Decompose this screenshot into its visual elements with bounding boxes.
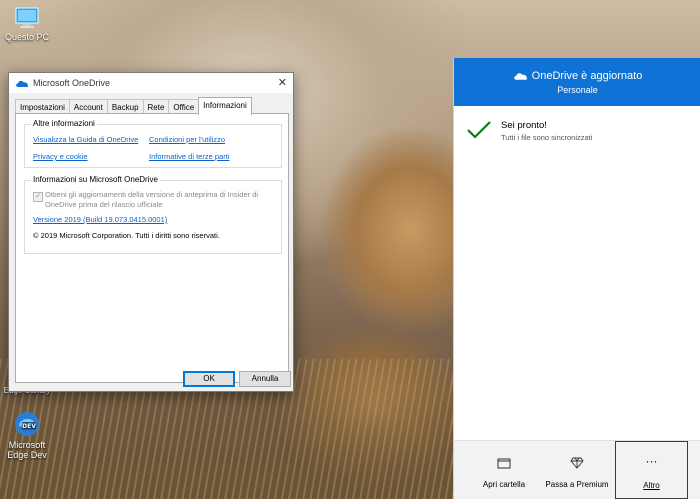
desktop-icon-this-pc[interactable]: Questo PC [4, 6, 50, 42]
flyout-subtitle: Personale [557, 85, 598, 95]
computer-icon [15, 7, 39, 28]
link-help[interactable]: Visualizza la Guida di OneDrive [33, 135, 138, 144]
close-icon[interactable]: ✕ [278, 76, 287, 89]
flyout-title-row: OneDrive è aggiornato [454, 70, 700, 82]
desktop-icon-label: Questo PC [4, 32, 50, 42]
tab-informazioni[interactable]: Informazioni [198, 97, 252, 115]
diamond-icon [570, 457, 584, 469]
ok-button[interactable]: OK [183, 371, 235, 387]
link-terms[interactable]: Condizioni per l'utilizzo [149, 135, 225, 144]
insider-label: Ottieni gli aggiornamenti della versione… [45, 190, 260, 210]
svg-text:DEV: DEV [22, 423, 36, 430]
premium-button[interactable]: Passa a Premium [536, 441, 618, 499]
desktop-icon-label: Edge Dev [7, 450, 47, 460]
link-third-party[interactable]: Informative di terze parti [149, 152, 229, 161]
more-button[interactable]: ··· Altro [615, 441, 688, 499]
flyout-footer: Apri cartella Passa a Premium ··· Altro [454, 440, 700, 499]
insider-label-line2: OneDrive prima del rilascio ufficiale [45, 200, 163, 209]
group-more-info: Altre informazioni Visualizza la Guida d… [24, 119, 282, 168]
copyright-text: © 2019 Microsoft Corporation. Tutti i di… [33, 231, 220, 240]
edge-dev-icon: DEV [15, 412, 39, 436]
checkmark-icon [467, 121, 491, 139]
more-dots-icon: ··· [645, 454, 658, 468]
group-title: Informazioni su Microsoft OneDrive [31, 175, 160, 184]
desktop-icon-edge-dev[interactable]: DEV Microsoft Edge Dev [4, 410, 50, 460]
insider-checkbox[interactable]: ✓ [33, 192, 43, 202]
onedrive-cloud-icon [16, 80, 28, 87]
group-about: Informazioni su Microsoft OneDrive ✓ Ott… [24, 175, 282, 254]
insider-label-line1: Ottieni gli aggiornamenti della versione… [45, 190, 259, 199]
flyout-header: OneDrive è aggiornato Personale [454, 58, 700, 106]
more-label: Altro [643, 481, 660, 490]
dialog-title: Microsoft OneDrive [33, 78, 111, 88]
desktop-icon-label: Microsoft [8, 440, 46, 450]
onedrive-cloud-icon [513, 73, 527, 80]
status-title: Sei pronto! [501, 120, 547, 131]
status-subtitle: Tutti i file sono sincronizzati [501, 133, 593, 142]
link-privacy[interactable]: Privacy e cookie [33, 152, 88, 161]
group-title: Altre informazioni [31, 119, 97, 128]
dialog-titlebar[interactable]: Microsoft OneDrive ✕ [9, 73, 293, 93]
cancel-button[interactable]: Annulla [239, 371, 291, 387]
onedrive-flyout: OneDrive è aggiornato Personale Sei pron… [453, 58, 700, 499]
link-version[interactable]: Versione 2019 (Build 19.073.0415.0001) [33, 215, 167, 224]
onedrive-settings-dialog: Microsoft OneDrive ✕ Impostazioni Accoun… [8, 72, 294, 392]
flyout-title: OneDrive è aggiornato [531, 70, 643, 82]
premium-label: Passa a Premium [545, 480, 609, 489]
tab-panel-informazioni: Altre informazioni Visualizza la Guida d… [15, 113, 289, 383]
